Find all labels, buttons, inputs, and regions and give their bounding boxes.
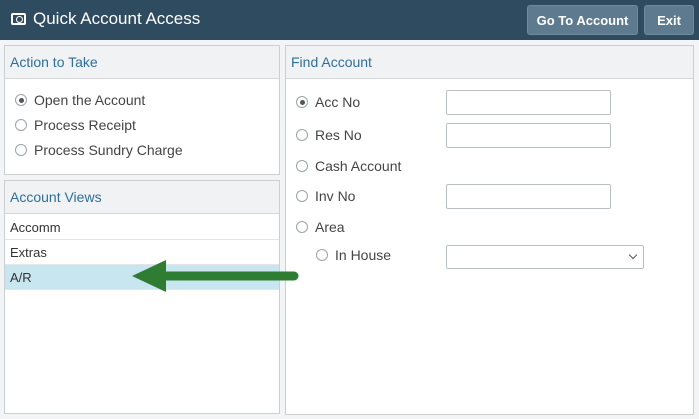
inv-no-label: Inv No — [315, 188, 356, 204]
account-card-icon — [11, 13, 26, 25]
radio-icon[interactable] — [15, 144, 27, 156]
radio-icon[interactable] — [296, 96, 308, 108]
action-process-sundry-charge-label: Process Sundry Charge — [34, 142, 183, 158]
radio-icon[interactable] — [15, 119, 27, 131]
radio-icon[interactable] — [316, 249, 328, 261]
account-views-heading: Account Views — [5, 181, 279, 214]
radio-icon[interactable] — [296, 190, 308, 202]
chevron-down-icon — [628, 250, 638, 260]
find-account-heading: Find Account — [286, 46, 693, 79]
radio-icon[interactable] — [15, 94, 27, 106]
action-panel-heading: Action to Take — [5, 46, 279, 79]
res-no-label: Res No — [315, 127, 362, 143]
find-cash-account-option[interactable]: Cash Account — [296, 158, 401, 174]
in-house-label: In House — [335, 247, 392, 263]
action-open-account-label: Open the Account — [34, 92, 146, 108]
action-process-receipt[interactable]: Process Receipt — [15, 117, 136, 133]
go-to-account-button[interactable]: Go To Account — [527, 5, 638, 35]
annotation-arrow-icon — [132, 260, 299, 292]
find-inv-no-option[interactable]: Inv No — [296, 188, 355, 204]
view-item-accomm[interactable]: Accomm — [5, 215, 279, 240]
radio-icon[interactable] — [296, 129, 308, 141]
find-area-option[interactable]: Area — [296, 219, 345, 235]
find-res-no-option[interactable]: Res No — [296, 127, 362, 143]
acc-no-input[interactable] — [446, 90, 611, 115]
find-acc-no-option[interactable]: Acc No — [296, 94, 360, 110]
find-account-panel: Find Account Acc No Res No Cash Account … — [285, 45, 694, 415]
action-process-sundry-charge[interactable]: Process Sundry Charge — [15, 142, 183, 158]
radio-icon[interactable] — [296, 221, 308, 233]
window-title: Quick Account Access — [33, 9, 201, 28]
radio-icon[interactable] — [296, 160, 308, 172]
inv-no-input[interactable] — [446, 184, 611, 209]
res-no-input[interactable] — [446, 123, 611, 148]
cash-account-label: Cash Account — [315, 158, 402, 174]
acc-no-label: Acc No — [315, 94, 361, 110]
title-bar: Quick Account Access Go To Account Exit — [0, 0, 699, 40]
find-in-house-option[interactable]: In House — [316, 247, 391, 263]
action-open-account[interactable]: Open the Account — [15, 92, 145, 108]
area-select[interactable] — [446, 245, 644, 269]
action-process-receipt-label: Process Receipt — [34, 117, 136, 133]
area-label: Area — [315, 219, 345, 235]
action-panel: Action to Take Open the Account Process … — [4, 45, 280, 175]
exit-button[interactable]: Exit — [644, 5, 694, 35]
